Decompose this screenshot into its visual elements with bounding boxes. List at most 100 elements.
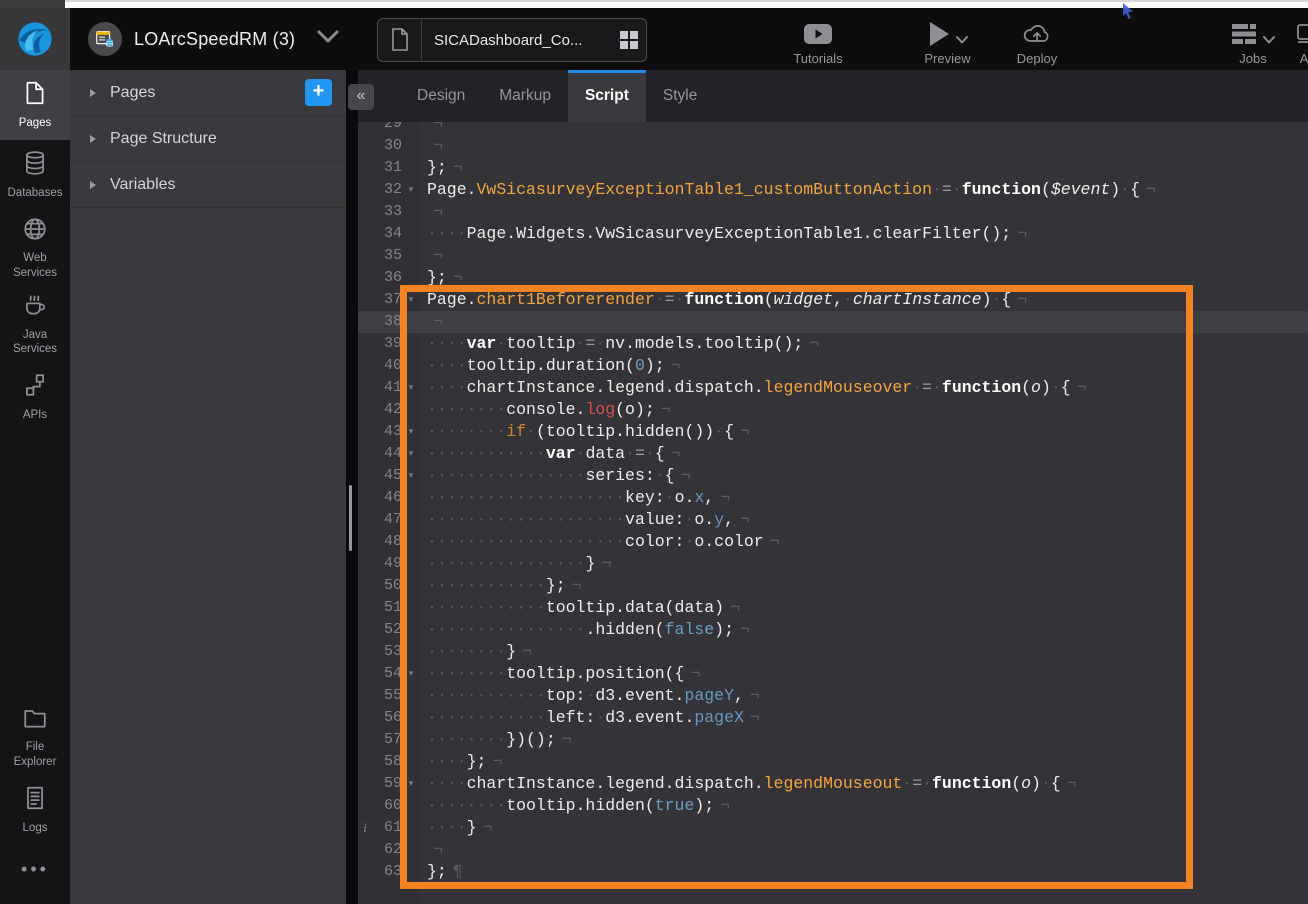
fold-arrow-icon[interactable]: ▾ xyxy=(402,773,420,795)
code-line[interactable]: 29¬ xyxy=(358,122,1308,135)
fold-arrow-icon[interactable]: ▾ xyxy=(402,377,420,399)
collapse-panel-button[interactable]: « xyxy=(348,84,374,110)
code-line[interactable]: 45▾················series:·{¬ xyxy=(358,465,1308,487)
tutorials-icon xyxy=(803,23,833,48)
fold-arrow-icon[interactable]: ▾ xyxy=(402,289,420,311)
code-line[interactable]: 47····················value:·o.y,¬ xyxy=(358,509,1308,531)
open-page-tab[interactable]: SICADashboard_Co... xyxy=(377,18,647,62)
code-line[interactable]: 58····};¬ xyxy=(358,751,1308,773)
gutter-info-icon xyxy=(358,443,372,465)
code-line[interactable]: 43▾········if·(tooltip.hidden())·{¬ xyxy=(358,421,1308,443)
panel-section-pages[interactable]: Pages+ xyxy=(70,70,346,116)
jobs-button[interactable]: Jobs xyxy=(1228,22,1278,66)
fold-arrow-icon xyxy=(402,223,420,245)
code-line[interactable]: 59▾····chartInstance.legend.dispatch.leg… xyxy=(358,773,1308,795)
expand-arrow-icon[interactable] xyxy=(90,135,96,143)
code-line[interactable]: 38¬ xyxy=(358,311,1308,333)
grid-icon[interactable] xyxy=(612,30,646,50)
project-switcher[interactable]: LOArcSpeedRM (3) xyxy=(88,8,341,70)
app-window: LOArcSpeedRM (3) SICADashboard_Co... Tut… xyxy=(0,0,1308,904)
sidebar-item-java-services[interactable]: JavaServices xyxy=(0,286,70,362)
sidebar-item-apis[interactable]: APIs xyxy=(0,362,70,432)
code-line[interactable]: 34····Page.Widgets.VwSicasurveyException… xyxy=(358,223,1308,245)
code-line[interactable]: 63};¶ xyxy=(358,861,1308,883)
code-line[interactable]: 32▾Page.VwSicasurveyExceptionTable1_cust… xyxy=(358,179,1308,201)
gutter-info-icon[interactable]: i xyxy=(358,817,372,839)
code-line[interactable]: 33¬ xyxy=(358,201,1308,223)
code-line[interactable]: 46····················key:·o.x,¬ xyxy=(358,487,1308,509)
tutorials-button[interactable]: Tutorials xyxy=(785,22,851,66)
tab-style[interactable]: Style xyxy=(646,70,714,122)
code-line[interactable]: 51············tooltip.data(data)¬ xyxy=(358,597,1308,619)
code-line[interactable]: 54▾········tooltip.position({¬ xyxy=(358,663,1308,685)
tab-design[interactable]: Design xyxy=(400,70,482,122)
sidebar-more-button[interactable]: ••• xyxy=(0,845,70,904)
artifacts-button[interactable]: Art xyxy=(1286,22,1308,66)
sidebar-item-file-explorer[interactable]: FileExplorer xyxy=(0,699,70,775)
deploy-button[interactable]: Deploy xyxy=(1007,22,1067,66)
fold-arrow-icon xyxy=(402,267,420,289)
file-icon xyxy=(378,19,422,61)
fold-arrow-icon xyxy=(402,751,420,773)
sidebar-item-databases[interactable]: Databases xyxy=(0,140,70,210)
code-line[interactable]: 30¬ xyxy=(358,135,1308,157)
code-text: ····}¬ xyxy=(420,817,492,839)
code-line[interactable]: 39····var·tooltip·=·nv.models.tooltip();… xyxy=(358,333,1308,355)
jobs-icon xyxy=(1230,22,1258,49)
code-text: };¬ xyxy=(420,267,463,289)
code-line[interactable]: 60········tooltip.hidden(true);¬ xyxy=(358,795,1308,817)
fold-arrow-icon[interactable]: ▾ xyxy=(402,465,420,487)
code-line[interactable]: i61····}¬ xyxy=(358,817,1308,839)
panel-section-variables[interactable]: Variables xyxy=(70,162,346,208)
preview-button[interactable]: Preview xyxy=(905,22,990,66)
code-line[interactable]: 40····tooltip.duration(0);¬ xyxy=(358,355,1308,377)
gutter-info-icon xyxy=(358,531,372,553)
coffee-icon xyxy=(22,292,48,322)
line-number: 31 xyxy=(372,157,402,179)
sidebar-item-web-services[interactable]: WebServices xyxy=(0,210,70,286)
panel-scrollbar[interactable] xyxy=(349,485,352,551)
code-editor[interactable]: 29¬30¬31};¬32▾Page.VwSicasurveyException… xyxy=(358,122,1308,904)
fold-arrow-icon[interactable]: ▾ xyxy=(402,663,420,685)
fold-arrow-icon[interactable]: ▾ xyxy=(402,179,420,201)
sidebar-item-pages[interactable]: Pages xyxy=(0,70,70,140)
line-number: 36 xyxy=(372,267,402,289)
sidebar-item-logs[interactable]: Logs xyxy=(0,775,70,845)
add-page-button[interactable]: + xyxy=(305,79,332,106)
chevron-down-icon xyxy=(955,33,969,48)
code-line[interactable]: 48····················color:·o.color¬ xyxy=(358,531,1308,553)
code-line[interactable]: 50············};¬ xyxy=(358,575,1308,597)
code-line[interactable]: 52················.hidden(false);¬ xyxy=(358,619,1308,641)
mouse-cursor xyxy=(1122,2,1136,25)
tab-script[interactable]: Script xyxy=(568,70,646,122)
fold-arrow-icon[interactable]: ▾ xyxy=(402,443,420,465)
deploy-cloud-icon xyxy=(1022,22,1052,49)
code-line[interactable]: 36 };¬ xyxy=(358,267,1308,289)
folder-icon xyxy=(22,705,48,735)
code-line[interactable]: 42········console.log(o);¬ xyxy=(358,399,1308,421)
code-line[interactable]: 49················}¬ xyxy=(358,553,1308,575)
code-line[interactable]: 55············top:·d3.event.pageY,¬ xyxy=(358,685,1308,707)
fold-arrow-icon[interactable]: ▾ xyxy=(402,421,420,443)
gutter-info-icon xyxy=(358,575,372,597)
expand-arrow-icon[interactable] xyxy=(90,181,96,189)
expand-arrow-icon[interactable] xyxy=(90,89,96,97)
code-line[interactable]: 56············left:·d3.event.pageX¬ xyxy=(358,707,1308,729)
panel-section-page-structure[interactable]: Page Structure xyxy=(70,116,346,162)
code-line[interactable]: 41▾····chartInstance.legend.dispatch.leg… xyxy=(358,377,1308,399)
gutter-info-icon xyxy=(358,553,372,575)
line-number: 43 xyxy=(372,421,402,443)
code-line[interactable]: 31};¬ xyxy=(358,157,1308,179)
gutter-info-icon xyxy=(358,201,372,223)
fold-arrow-icon xyxy=(402,729,420,751)
code-text: ········tooltip.position({¬ xyxy=(420,663,700,685)
code-line[interactable]: 53········}¬ xyxy=(358,641,1308,663)
code-line[interactable]: 37▾Page.chart1Beforerender·=·function(wi… xyxy=(358,289,1308,311)
chevron-down-icon[interactable] xyxy=(315,29,341,50)
code-line[interactable]: 44▾············var·data·=·{¬ xyxy=(358,443,1308,465)
code-line[interactable]: 57········})();¬ xyxy=(358,729,1308,751)
wavemaker-logo[interactable] xyxy=(0,8,70,70)
code-line[interactable]: 62¬ xyxy=(358,839,1308,861)
tab-markup[interactable]: Markup xyxy=(482,70,568,122)
code-line[interactable]: 35¬ xyxy=(358,245,1308,267)
